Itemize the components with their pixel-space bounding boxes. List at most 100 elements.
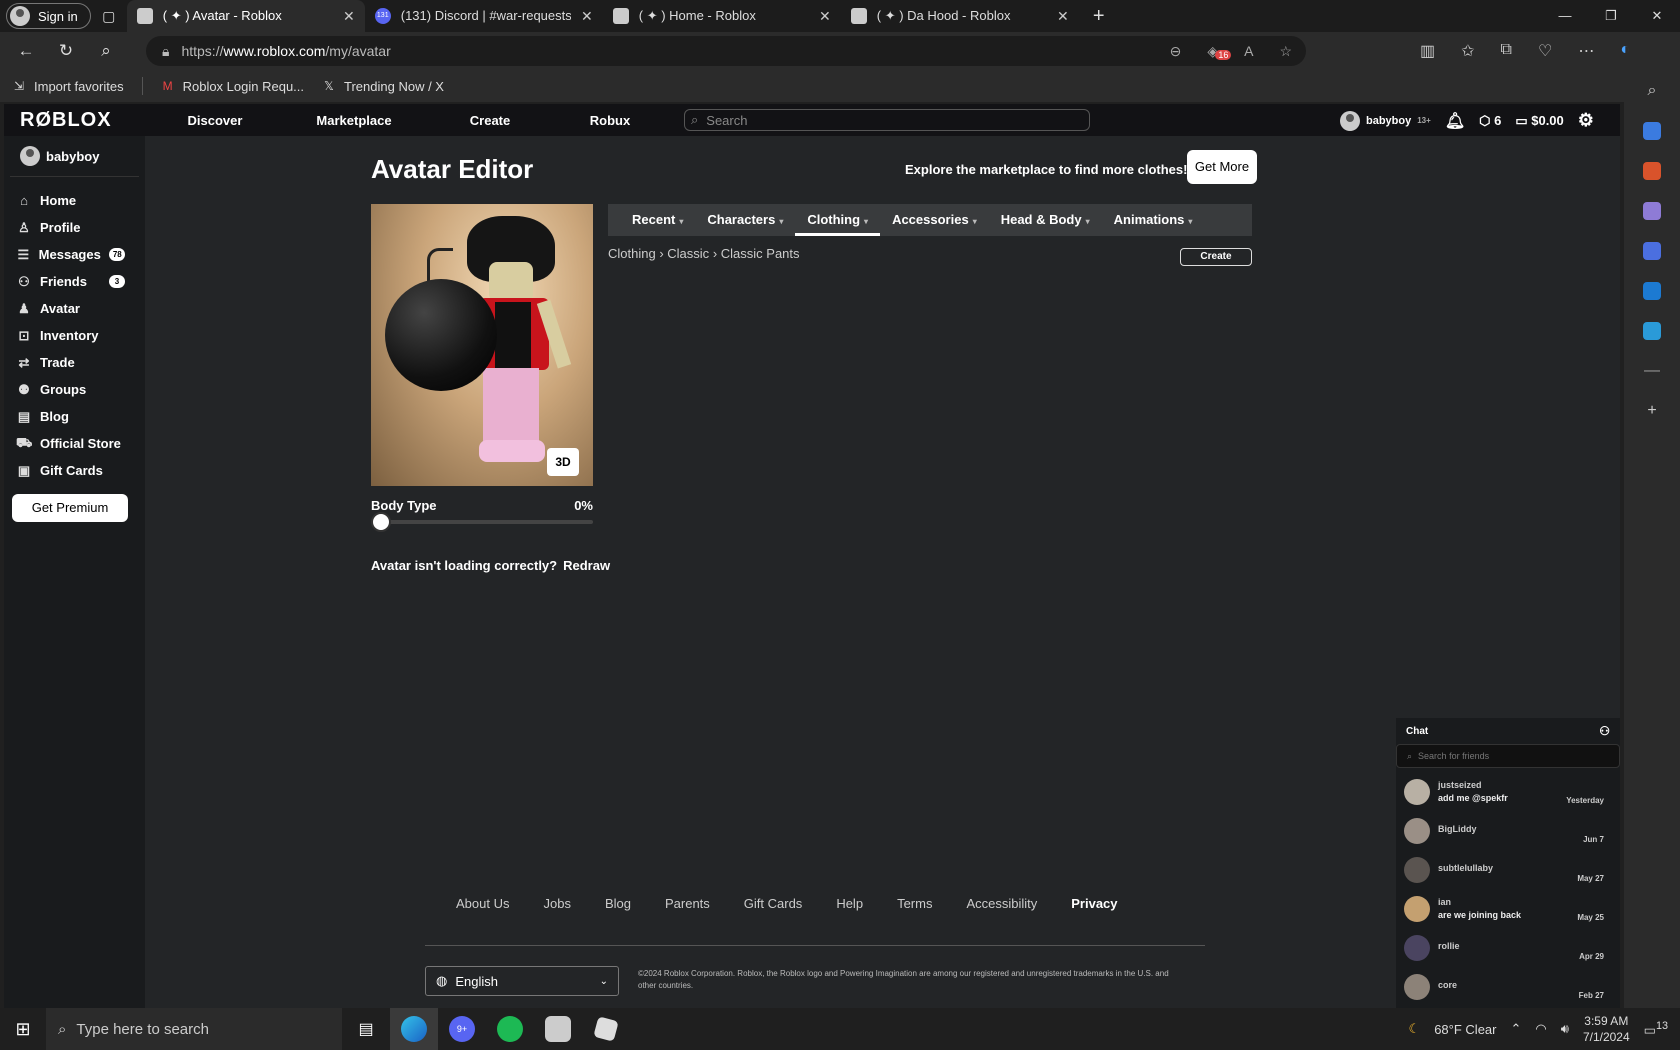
nav-robux[interactable]: Robux	[552, 113, 668, 128]
chat-conversation[interactable]: ian are we joining back May 25	[1396, 889, 1620, 928]
favorites-icon[interactable]: ✩	[1461, 41, 1474, 61]
close-tab-icon[interactable]: ✕	[581, 8, 593, 25]
chat-conversation[interactable]: BigLiddy Jun 7	[1396, 811, 1620, 850]
roblox-logo[interactable]: RØBLOX	[20, 109, 150, 132]
outlook-icon[interactable]	[1643, 282, 1661, 300]
volume-icon[interactable]: 🔊︎	[1561, 1021, 1569, 1037]
get-premium-button[interactable]: Get Premium	[12, 494, 128, 522]
roblox-app-icon[interactable]	[582, 1008, 630, 1050]
nav-marketplace[interactable]: Marketplace	[280, 113, 428, 128]
weather-text[interactable]: 68°F Clear	[1434, 1022, 1496, 1037]
sidebar-item-profile[interactable]: ♙ Profile	[4, 214, 145, 241]
favorite-star-icon[interactable]: ☆	[1279, 43, 1292, 60]
chevron-up-icon[interactable]: ⌃	[1510, 1021, 1521, 1037]
search-icon[interactable]: ⌕	[86, 41, 126, 61]
read-aloud-icon[interactable]: A	[1244, 43, 1253, 60]
new-tab-icon[interactable]: +	[1079, 5, 1119, 28]
sidebar-user[interactable]: babyboy	[10, 136, 139, 177]
minimize-icon[interactable]: —	[1542, 8, 1588, 24]
roblox-search-input[interactable]: ⌕ Search	[684, 109, 1090, 131]
slider-knob[interactable]	[371, 512, 391, 532]
tab-characters[interactable]: Characters ▾	[695, 204, 795, 236]
tools-icon[interactable]	[1643, 162, 1661, 180]
search-icon[interactable]: ⌕	[1648, 82, 1657, 100]
sidebar-item-official-store[interactable]: ⛟ Official Store	[4, 430, 145, 457]
collections-icon[interactable]: ⧉	[1501, 41, 1512, 61]
get-more-button[interactable]: Get More	[1187, 150, 1257, 184]
browser-tab-dahood[interactable]: ( ✦ ) Da Hood - Roblox ✕	[841, 0, 1079, 32]
chat-conversation[interactable]: rollie Apr 29	[1396, 928, 1620, 967]
shopping-icon[interactable]	[1643, 122, 1661, 140]
notification-bell-icon[interactable]: 🔔︎	[1445, 111, 1465, 131]
footer-link-blog[interactable]: Blog	[605, 896, 631, 911]
profile-signin-button[interactable]: Sign in	[6, 3, 91, 29]
redraw-link[interactable]: Redraw	[563, 558, 610, 573]
toggle-3d-button[interactable]: 3D	[547, 448, 579, 476]
close-tab-icon[interactable]: ✕	[343, 8, 355, 25]
refresh-icon[interactable]: ↻	[46, 41, 86, 61]
breadcrumb-item[interactable]: Classic	[667, 246, 709, 261]
tab-head-body[interactable]: Head & Body ▾	[989, 204, 1102, 236]
browser-tab-discord[interactable]: 131 (131) Discord | #war-requests | 𝔹 ✕	[365, 0, 603, 32]
footer-link-help[interactable]: Help	[836, 896, 863, 911]
tab-clothing[interactable]: Clothing ▾	[795, 204, 880, 236]
more-menu-icon[interactable]: ⋯	[1578, 41, 1594, 61]
tab-animations[interactable]: Animations ▾	[1102, 204, 1205, 236]
footer-link-gift-cards[interactable]: Gift Cards	[744, 896, 803, 911]
notification-center-icon[interactable]: ▭13	[1644, 1020, 1668, 1038]
edge-browser-icon[interactable]	[390, 1008, 438, 1050]
nav-create[interactable]: Create	[428, 113, 552, 128]
body-type-slider[interactable]	[371, 512, 593, 532]
settings-gear-icon[interactable]: ⚙	[1578, 110, 1594, 131]
restore-icon[interactable]: ❐	[1588, 8, 1634, 24]
bookmark-x[interactable]: 𝕏 Trending Now / X	[322, 79, 444, 94]
url-bar[interactable]: 🔒︎ https://www.roblox.com/my/avatar ⊖ ◈ 1…	[146, 36, 1306, 66]
discord-app-icon[interactable]: 9+	[438, 1008, 486, 1050]
footer-link-accessibility[interactable]: Accessibility	[966, 896, 1037, 911]
send-icon[interactable]	[1643, 322, 1661, 340]
footer-link-privacy[interactable]: Privacy	[1071, 896, 1117, 911]
sidebar-item-friends[interactable]: ⚇ Friends 3	[4, 268, 145, 295]
wallet-balance[interactable]: ▭ $0.00	[1515, 113, 1563, 129]
spotify-icon[interactable]	[486, 1008, 534, 1050]
nav-discover[interactable]: Discover	[150, 113, 280, 128]
games-icon[interactable]	[1643, 202, 1661, 220]
split-screen-icon[interactable]: ▥	[1420, 41, 1435, 61]
sidebar-item-home[interactable]: ⌂ Home	[4, 187, 145, 214]
browser-tab-home[interactable]: ( ✦ ) Home - Roblox ✕	[603, 0, 841, 32]
add-friends-icon[interactable]: ⚇	[1599, 724, 1610, 738]
clock[interactable]: 3:59 AM 7/1/2024	[1583, 1013, 1630, 1045]
sidebar-item-gift-cards[interactable]: ▣ Gift Cards	[4, 457, 145, 484]
copilot-icon[interactable]: ◐	[1620, 41, 1630, 61]
sidebar-item-groups[interactable]: ⚉ Groups	[4, 376, 145, 403]
footer-link-jobs[interactable]: Jobs	[543, 896, 570, 911]
tab-actions-icon[interactable]: ▢	[91, 8, 127, 25]
language-select[interactable]: ◍ English ⌄	[425, 966, 619, 996]
create-button[interactable]: Create	[1180, 248, 1252, 266]
app-icon[interactable]	[534, 1008, 582, 1050]
task-view-icon[interactable]: ▤	[342, 1008, 390, 1050]
footer-link-parents[interactable]: Parents	[665, 896, 710, 911]
extension-icon[interactable]: ◈ 16	[1207, 43, 1232, 60]
close-tab-icon[interactable]: ✕	[1057, 8, 1069, 25]
sidebar-item-messages[interactable]: ☰ Messages 78	[4, 241, 145, 268]
nav-user[interactable]: babyboy 13+	[1340, 110, 1431, 131]
avatar-preview[interactable]: 3D	[371, 204, 593, 486]
footer-link-terms[interactable]: Terms	[897, 896, 932, 911]
robux-balance[interactable]: ⬡ 6	[1479, 113, 1501, 129]
chat-conversation[interactable]: justseized add me @spekfr Yesterday	[1396, 772, 1620, 811]
browser-tab-avatar[interactable]: ( ✦ ) Avatar - Roblox ✕	[126, 0, 365, 32]
windows-start-icon[interactable]: ⊞	[0, 1019, 46, 1040]
copilot-side-icon[interactable]	[1643, 242, 1661, 260]
close-tab-icon[interactable]: ✕	[819, 8, 831, 25]
sidebar-item-inventory[interactable]: ⊡ Inventory	[4, 322, 145, 349]
sidebar-item-avatar[interactable]: ♟ Avatar	[4, 295, 145, 322]
chat-search-input[interactable]: ⌕ Search for friends	[1396, 744, 1620, 768]
chat-conversation[interactable]: subtlelullaby May 27	[1396, 850, 1620, 889]
browser-essentials-icon[interactable]: ♡	[1538, 41, 1552, 61]
back-icon[interactable]: ←	[6, 41, 46, 61]
bookmark-gmail[interactable]: M Roblox Login Requ...	[161, 79, 304, 94]
tab-accessories[interactable]: Accessories ▾	[880, 204, 989, 236]
bookmark-import[interactable]: ⇲ Import favorites	[12, 79, 124, 94]
sidebar-item-trade[interactable]: ⇄ Trade	[4, 349, 145, 376]
